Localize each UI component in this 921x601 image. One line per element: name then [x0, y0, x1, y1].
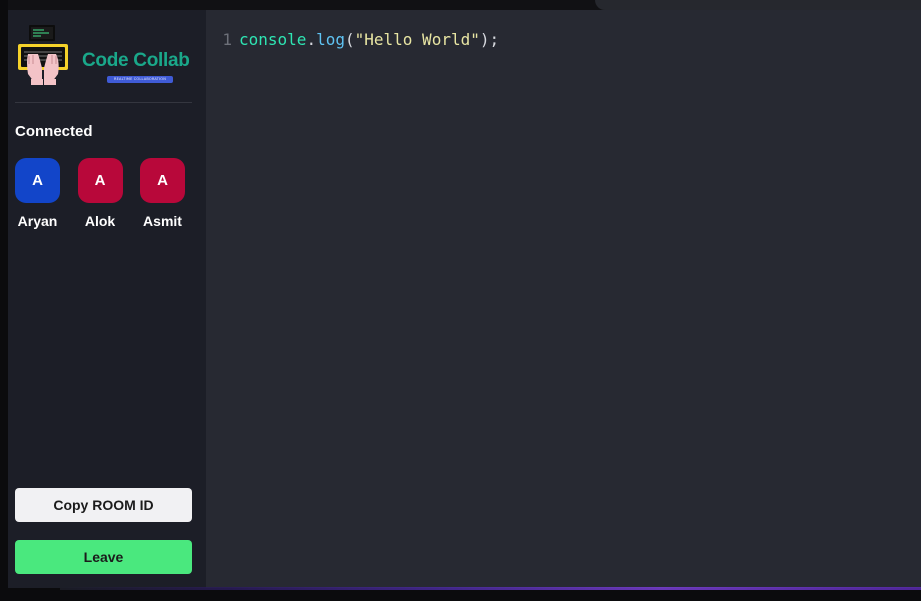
line-number: 1 [222, 30, 232, 49]
client-item: A Asmit [140, 158, 185, 229]
client-list: A Aryan A Alok A Asmit [15, 158, 203, 229]
bottom-glow [60, 587, 921, 590]
logo-title: Code Collab [82, 50, 190, 71]
code-token-dot: . [306, 30, 317, 49]
client-item: A Alok [77, 158, 123, 229]
code-token-close: ); [479, 30, 500, 49]
code-token-object: console [239, 30, 307, 49]
leave-button[interactable]: Leave [15, 540, 192, 574]
client-item: A Aryan [15, 158, 60, 229]
client-name: Asmit [143, 213, 182, 229]
avatar: A [77, 158, 123, 203]
code-token-string: "Hello World" [354, 30, 480, 49]
copy-room-id-button[interactable]: Copy ROOM ID [15, 488, 192, 522]
sidebar-divider [15, 102, 192, 103]
code-editor[interactable]: 1 console. log("Hello World"); [206, 10, 921, 590]
avatar: A [15, 158, 60, 203]
editor-page: Code Collab REALTIME COLLABORATION Conne… [8, 10, 921, 590]
code-token-function: log [316, 30, 345, 49]
avatar: A [140, 158, 185, 203]
app-window: Code Collab REALTIME COLLABORATION Conne… [0, 0, 921, 601]
logo-coder-icon [18, 25, 68, 85]
code-token-open-paren: ( [344, 30, 355, 49]
logo-subtitle: REALTIME COLLABORATION [107, 76, 173, 83]
client-name: Alok [84, 213, 116, 229]
top-bar [8, 0, 921, 10]
client-name: Aryan [17, 213, 58, 229]
sidebar: Code Collab REALTIME COLLABORATION Conne… [8, 10, 206, 590]
code-line[interactable]: 1 console. log("Hello World"); [218, 30, 499, 50]
top-bar-tab-shape [595, 0, 921, 10]
connected-heading: Connected [15, 123, 93, 140]
logo: Code Collab REALTIME COLLABORATION [16, 24, 192, 88]
